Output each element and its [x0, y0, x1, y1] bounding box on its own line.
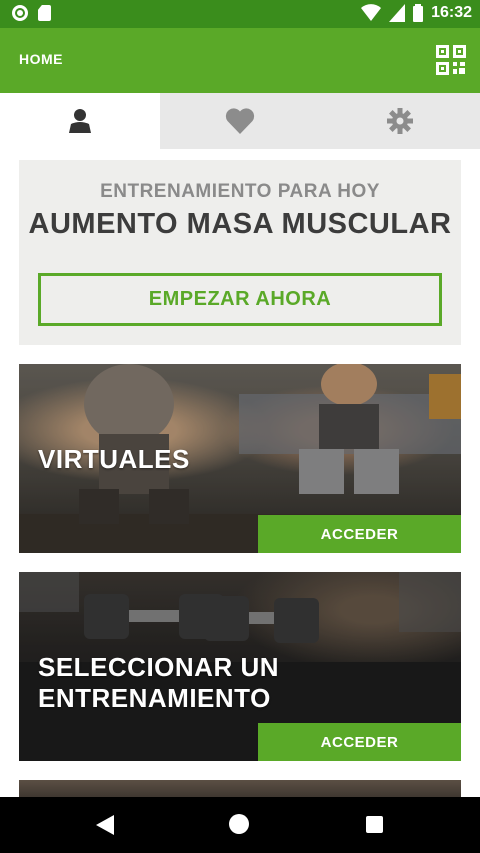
status-bar: 16:32 [0, 0, 480, 28]
recents-icon[interactable] [366, 816, 383, 833]
access-button[interactable]: ACCEDER [258, 515, 461, 553]
heart-icon [225, 108, 255, 134]
person-icon [69, 109, 91, 133]
system-nav-bar [0, 797, 480, 853]
battery-icon [413, 4, 424, 22]
todays-training-card: ENTRENAMIENTO PARA HOY AUMENTO MASA MUSC… [19, 160, 461, 345]
card-title-virtual: VIRTUALES [38, 444, 190, 474]
tab-profile[interactable] [0, 93, 160, 149]
training-subtitle: ENTRENAMIENTO PARA HOY [100, 181, 380, 202]
back-icon[interactable] [96, 815, 114, 835]
tab-bar [0, 93, 480, 149]
wifi-icon [361, 4, 382, 21]
access-button[interactable]: ACCEDER [258, 723, 461, 761]
virtual-card[interactable]: VIRTUALES ACCEDER [19, 364, 461, 553]
tab-favorites[interactable] [160, 93, 320, 149]
sd-card-icon [38, 5, 51, 21]
notification-dot-icon [12, 5, 28, 21]
page-title: HOME [19, 51, 63, 67]
qr-code-icon[interactable] [436, 45, 466, 75]
gear-icon [387, 108, 413, 134]
training-title: AUMENTO MASA MUSCULAR [28, 208, 452, 240]
start-now-button[interactable]: EMPEZAR AHORA [38, 273, 442, 326]
tab-settings[interactable] [320, 93, 480, 149]
home-icon[interactable] [229, 814, 249, 834]
card-title-select: SELECCIONAR UN ENTRENAMIENTO [38, 652, 280, 713]
app-bar: HOME [0, 28, 480, 93]
signal-icon [389, 4, 406, 22]
select-training-card[interactable]: SELECCIONAR UN ENTRENAMIENTO ACCEDER [19, 572, 461, 761]
status-time: 16:32 [431, 4, 472, 21]
